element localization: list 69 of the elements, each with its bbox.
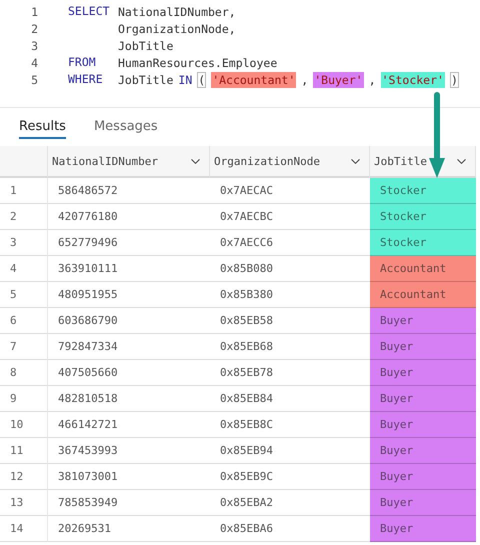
row-number: 14 [0, 516, 48, 542]
highlighted-cell: Accountant [370, 282, 476, 308]
highlighted-cell: Buyer [370, 386, 476, 412]
code-text: , [301, 72, 308, 86]
row-number: 9 [0, 386, 48, 412]
sql-keyword: IN [178, 72, 192, 86]
line-number: 3 [30, 38, 38, 52]
bracket: ) [450, 72, 459, 88]
highlighted-string: 'Accountant' [211, 72, 296, 88]
table-cell: 785853949 [48, 490, 210, 516]
line-number: 5 [30, 72, 38, 86]
row-number: 2 [0, 204, 48, 230]
column-header[interactable]: NationalIDNumber [48, 146, 210, 178]
sql-keyword: SELECT [68, 3, 111, 20]
highlighted-cell: Buyer [370, 516, 476, 542]
row-number: 8 [0, 360, 48, 386]
row-number: 3 [0, 230, 48, 256]
code-editor[interactable]: 1 SELECT NationalIDNumber, 2 OrganizationNode, 3 JobTitle 4 FROM HumanResources.Employee 5 WHERE JobTitle IN ( 'Accountant' , 'Buyer' , 'Stocker' ) [0, 0, 480, 108]
row-number: 5 [0, 282, 48, 308]
highlighted-cell: Accountant [370, 256, 476, 282]
table-cell: 420776180 [48, 204, 210, 230]
code-text: OrganizationNode, [118, 22, 236, 36]
row-number: 11 [0, 438, 48, 464]
highlighted-cell: Buyer [370, 308, 476, 334]
line-number: 4 [30, 56, 38, 70]
bracket: ( [197, 72, 206, 88]
table-cell: 480951955 [48, 282, 210, 308]
highlighted-string: 'Buyer' [313, 72, 364, 88]
row-number: 13 [0, 490, 48, 516]
row-number: 1 [0, 178, 48, 204]
line-number: 1 [30, 4, 38, 18]
highlighted-cell: Stocker [370, 230, 476, 256]
highlighted-string: 'Stocker' [380, 72, 445, 88]
table-cell: 466142721 [48, 412, 210, 438]
code-text: HumanResources.Employee [118, 56, 278, 70]
highlighted-cell: Stocker [370, 204, 476, 230]
code-text: JobTitle [118, 72, 174, 86]
table-cell: 363910111 [48, 256, 210, 282]
row-number: 4 [0, 256, 48, 282]
table-cell: 20269531 [48, 516, 210, 542]
sql-keyword: WHERE [68, 71, 104, 88]
table-cell: 586486572 [48, 178, 210, 204]
table-cell: 603686790 [48, 308, 210, 334]
highlighted-cell: Buyer [370, 438, 476, 464]
row-number: 12 [0, 464, 48, 490]
table-cell: 407505660 [48, 360, 210, 386]
highlighted-cell: Buyer [370, 412, 476, 438]
highlighted-cell: Stocker [370, 178, 476, 204]
row-number: 6 [0, 308, 48, 334]
highlighted-cell: Buyer [370, 360, 476, 386]
sql-keyword: FROM [68, 54, 97, 71]
table-cell: 381073001 [48, 464, 210, 490]
line-number: 2 [30, 22, 38, 36]
results-tab[interactable]: Messages [94, 115, 158, 139]
table-cell: 652779496 [48, 230, 210, 256]
code-text: NationalIDNumber, [118, 4, 236, 18]
table-cell: 482810518 [48, 386, 210, 412]
table-cell: 792847334 [48, 334, 210, 360]
highlighted-cell: Buyer [370, 490, 476, 516]
column-header[interactable]: OrganizationNode [210, 146, 370, 178]
column-header[interactable]: JobTitle [370, 146, 476, 178]
row-number: 7 [0, 334, 48, 360]
row-number: 10 [0, 412, 48, 438]
highlighted-cell: Buyer [370, 464, 476, 490]
table-cell: 367453993 [48, 438, 210, 464]
results-tab[interactable]: Results [19, 115, 66, 139]
code-text: , [368, 72, 376, 86]
highlighted-cell: Buyer [370, 334, 476, 360]
code-text: JobTitle [118, 38, 174, 52]
